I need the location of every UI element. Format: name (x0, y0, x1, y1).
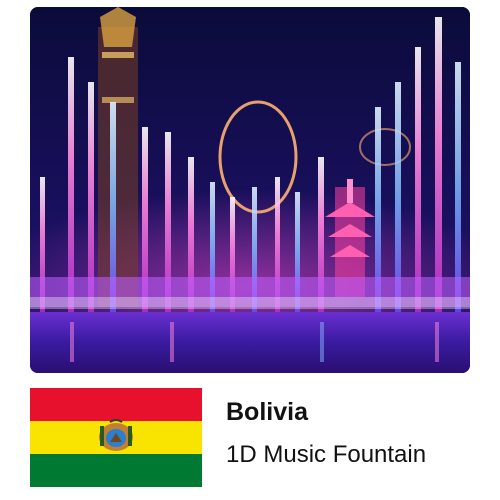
country-name: Bolivia (226, 398, 308, 426)
product-name: 1D Music Fountain (226, 441, 427, 468)
fountain-photo (30, 7, 470, 373)
tower-shape (98, 7, 138, 307)
fountain-image-icon (30, 7, 470, 373)
bolivia-flag-icon (30, 388, 202, 487)
water-reflection (30, 312, 470, 373)
